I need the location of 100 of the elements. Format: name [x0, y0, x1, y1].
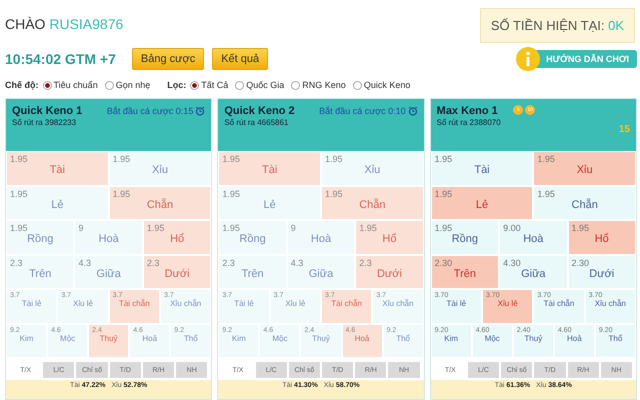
- odds-text: 2.30: [572, 258, 590, 268]
- radio-button[interactable]: [235, 80, 244, 90]
- info-icon: [516, 47, 540, 71]
- bet-label: Hoà: [310, 233, 332, 245]
- draw-number: Số rút ra 3982233: [12, 118, 78, 127]
- bet-label: Tài: [50, 164, 65, 176]
- bet-label: Tài chẵn: [331, 299, 362, 308]
- odds-text: 1.95: [222, 188, 240, 198]
- odds-text: 2.3: [146, 258, 160, 268]
- alarm-clock-icon: [195, 106, 206, 116]
- radio-button[interactable]: [104, 80, 114, 90]
- bet-label: Thổ: [608, 334, 622, 342]
- bet-label: Giữa: [521, 268, 546, 280]
- bet-label: Lẻ: [51, 198, 64, 210]
- radio-label[interactable]: RNG Keno: [302, 80, 346, 90]
- odds-text: 1.95: [434, 188, 452, 198]
- bet-label: Chẵn: [359, 198, 386, 210]
- radio-button[interactable]: [190, 80, 200, 90]
- timer-text: Bắt đầu cá cược 0:10: [319, 106, 406, 116]
- bet-label: Chẵn: [146, 198, 174, 210]
- bet-label: Hoả: [354, 334, 370, 342]
- bet-label: Tài lẻ: [22, 299, 42, 308]
- bet-label: Mộc: [272, 334, 288, 342]
- odds-text: 1.95: [537, 154, 555, 164]
- bet-label: Dưới: [164, 268, 190, 280]
- bet-option[interactable]: 4.30 Giữa: [499, 254, 568, 289]
- odds-text: 1.95: [359, 223, 377, 233]
- odds-text: 1.95: [572, 223, 590, 233]
- odds-text: 9: [78, 223, 84, 233]
- bet-label: Giữa: [308, 268, 334, 280]
- bet-label: Kim: [20, 334, 34, 342]
- odds-text: 1.95: [325, 188, 343, 198]
- odds-text: 1.95: [112, 188, 130, 198]
- count-text: 15: [618, 124, 630, 135]
- bet-label: Tài chẵn: [118, 299, 150, 308]
- odds-text: 4.3: [78, 258, 91, 268]
- radio-label[interactable]: Quick Keno: [364, 80, 410, 90]
- timer-text: Bắt đầu cá cược 0:15: [106, 106, 194, 116]
- bet-label: Thuỷ: [100, 334, 118, 342]
- game-title: Quick Keno 1: [12, 105, 82, 117]
- bet-label: Lẻ: [476, 198, 488, 210]
- balance-panel: SỐ TIỀN HIỆN TẠI: 0K: [480, 8, 635, 43]
- radio-label[interactable]: Gọn nhẹ: [116, 80, 150, 90]
- odds-text: 1.95: [222, 223, 240, 233]
- bet-label: Xỉu lẻ: [72, 299, 93, 308]
- bet-label: Thổ: [396, 334, 410, 342]
- bet-label: Xỉu: [576, 164, 593, 176]
- odds-text: 9.00: [503, 223, 521, 233]
- bet-option[interactable]: 2.30 Trên: [430, 254, 500, 289]
- bet-label: Hoà: [523, 233, 544, 245]
- greeting-text: CHÀO RUSIA9876: [5, 16, 124, 32]
- radio-label[interactable]: Quốc Gia: [246, 80, 284, 90]
- bet-label: Dưới: [589, 268, 614, 280]
- results-button[interactable]: Kết quả: [212, 48, 268, 70]
- odds-text: 4.30: [503, 258, 521, 268]
- bet-option[interactable]: 1.95 Lẻ: [430, 186, 534, 220]
- bet-label: Tài: [262, 164, 278, 176]
- bet-label: Thổ: [184, 334, 198, 342]
- radio-label[interactable]: Tất Cả: [201, 80, 228, 90]
- bet-label: Hoả: [567, 334, 582, 342]
- bet-label: Xỉu: [152, 164, 168, 176]
- alarm-clock-icon: [408, 106, 418, 116]
- bet-label: Tài lẻ: [234, 299, 254, 308]
- bet-option[interactable]: 1.95 Chẵn: [533, 186, 636, 220]
- bet-label: Hoà: [98, 233, 119, 245]
- bet-label: Xỉu: [364, 164, 380, 176]
- bet-option[interactable]: 1.95 Xỉu: [533, 151, 636, 186]
- filter-label: Lọc:: [167, 80, 186, 90]
- radio-button[interactable]: [291, 80, 300, 90]
- radio-label[interactable]: Tiêu chuẩn: [54, 80, 98, 90]
- bet-option[interactable]: 1.95 Hổ: [568, 220, 636, 254]
- bet-label: Mộc: [60, 334, 76, 342]
- bet-label: Lẻ: [264, 198, 276, 210]
- radio-button[interactable]: [352, 80, 362, 90]
- bet-label: Hổ: [170, 233, 184, 245]
- filter-label: Chế độ:: [5, 80, 38, 90]
- game-title: Quick Keno 2: [224, 105, 295, 117]
- bet-label: Hoả: [142, 334, 158, 342]
- odds-text: 9: [290, 223, 296, 233]
- odds-text: 2.3: [222, 258, 235, 268]
- bet-label: Dưới: [376, 268, 402, 280]
- radio-button[interactable]: [42, 80, 52, 90]
- clock-text: 10:54:02 GTM +7: [5, 51, 116, 67]
- bet-label: Kim: [232, 334, 246, 342]
- bet-label: Mộc: [484, 334, 500, 342]
- bet-label: Rồng: [27, 233, 54, 245]
- bet-label: Tài chẵn: [544, 299, 574, 308]
- odds-text: 4.3: [290, 258, 304, 268]
- draw-number: Số rút ra 2388070: [436, 118, 501, 127]
- bet-label: Hổ: [594, 233, 609, 245]
- bet-option[interactable]: 1.95 Tài: [430, 151, 534, 186]
- bet-option[interactable]: 9.00 Hoà: [499, 220, 568, 254]
- odds-text: 2.3: [359, 258, 372, 268]
- bet-table-button[interactable]: Bảng cược: [132, 48, 204, 70]
- bet-option[interactable]: 2.30 Dưới: [568, 254, 636, 289]
- bet-label: Tài lẻ: [446, 299, 466, 308]
- bet-option[interactable]: 1.95 Rồng: [430, 220, 500, 254]
- odds-text: 2.3: [10, 258, 23, 268]
- draw-number: Số rút ra 4665861: [224, 118, 290, 127]
- bet-label: Thuỷ: [312, 334, 330, 342]
